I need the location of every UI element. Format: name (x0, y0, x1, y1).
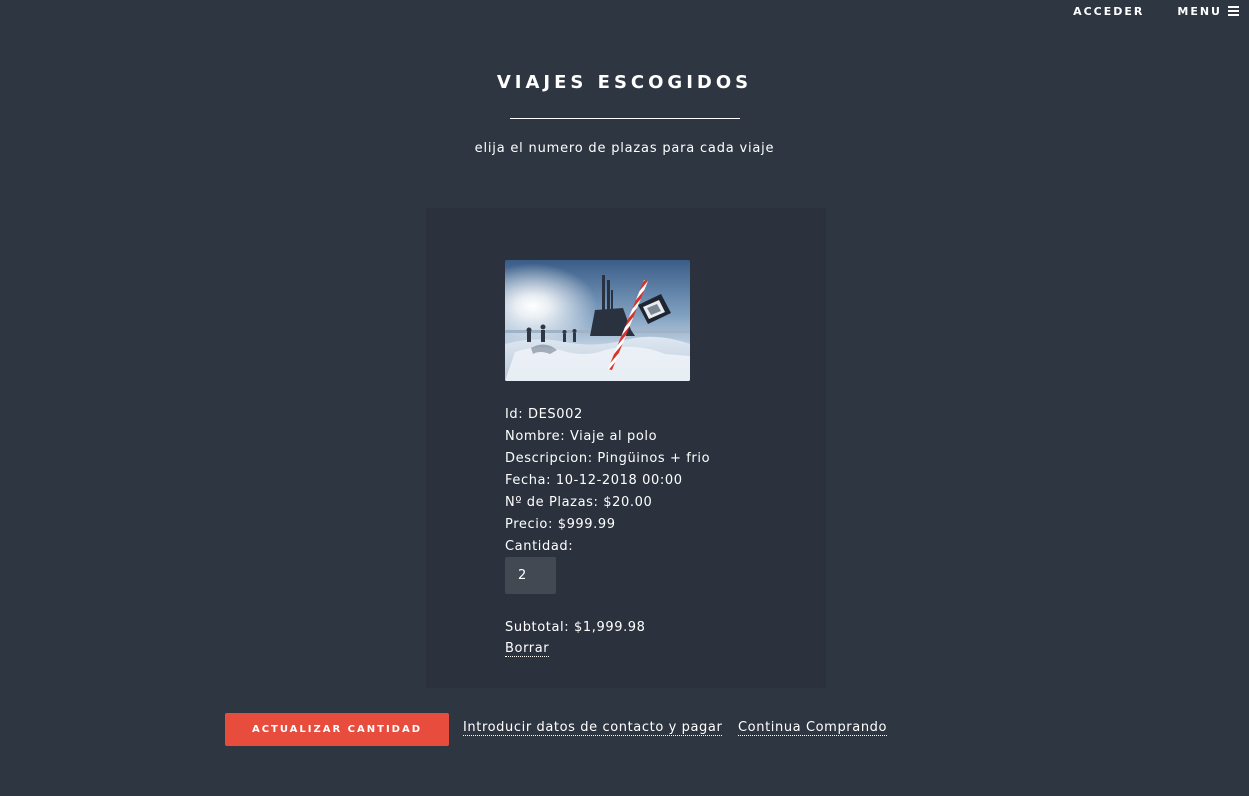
menu-label: MENU (1177, 4, 1222, 18)
trip-name: Nombre: Viaje al polo (505, 429, 658, 444)
login-link[interactable]: ACCEDER (1073, 5, 1144, 18)
subtotal: Subtotal: $1,999.98 (505, 620, 646, 635)
trip-photo (505, 260, 690, 381)
delete-link[interactable]: Borrar (505, 641, 550, 657)
page-title: VIAJES ESCOGIDOS (496, 72, 753, 93)
trip-price: Precio: $999.99 (505, 517, 616, 532)
trip-seats: Nº de Plazas: $20.00 (505, 495, 653, 510)
page-subtitle: elija el numero de plazas para cada viaj… (474, 141, 775, 156)
hamburger-icon (1228, 6, 1239, 16)
quantity-input[interactable] (505, 557, 556, 594)
update-quantity-button[interactable]: ACTUALIZAR CANTIDAD (225, 713, 449, 746)
continue-shopping-link[interactable]: Continua Comprando (738, 720, 888, 736)
trip-date: Fecha: 10-12-2018 00:00 (505, 473, 683, 488)
menu-button[interactable]: MENU (1177, 5, 1239, 18)
checkout-link[interactable]: Introducir datos de contacto y pagar (463, 720, 723, 736)
title-divider (510, 118, 740, 119)
quantity-label: Cantidad: (505, 539, 574, 554)
top-navigation: ACCEDER MENU (1073, 0, 1249, 22)
trip-id: Id: DES002 (505, 407, 583, 422)
trip-details: Id: DES002 Nombre: Viaje al polo Descrip… (505, 404, 710, 558)
trip-description: Descripcion: Pingüinos + frio (505, 451, 711, 466)
